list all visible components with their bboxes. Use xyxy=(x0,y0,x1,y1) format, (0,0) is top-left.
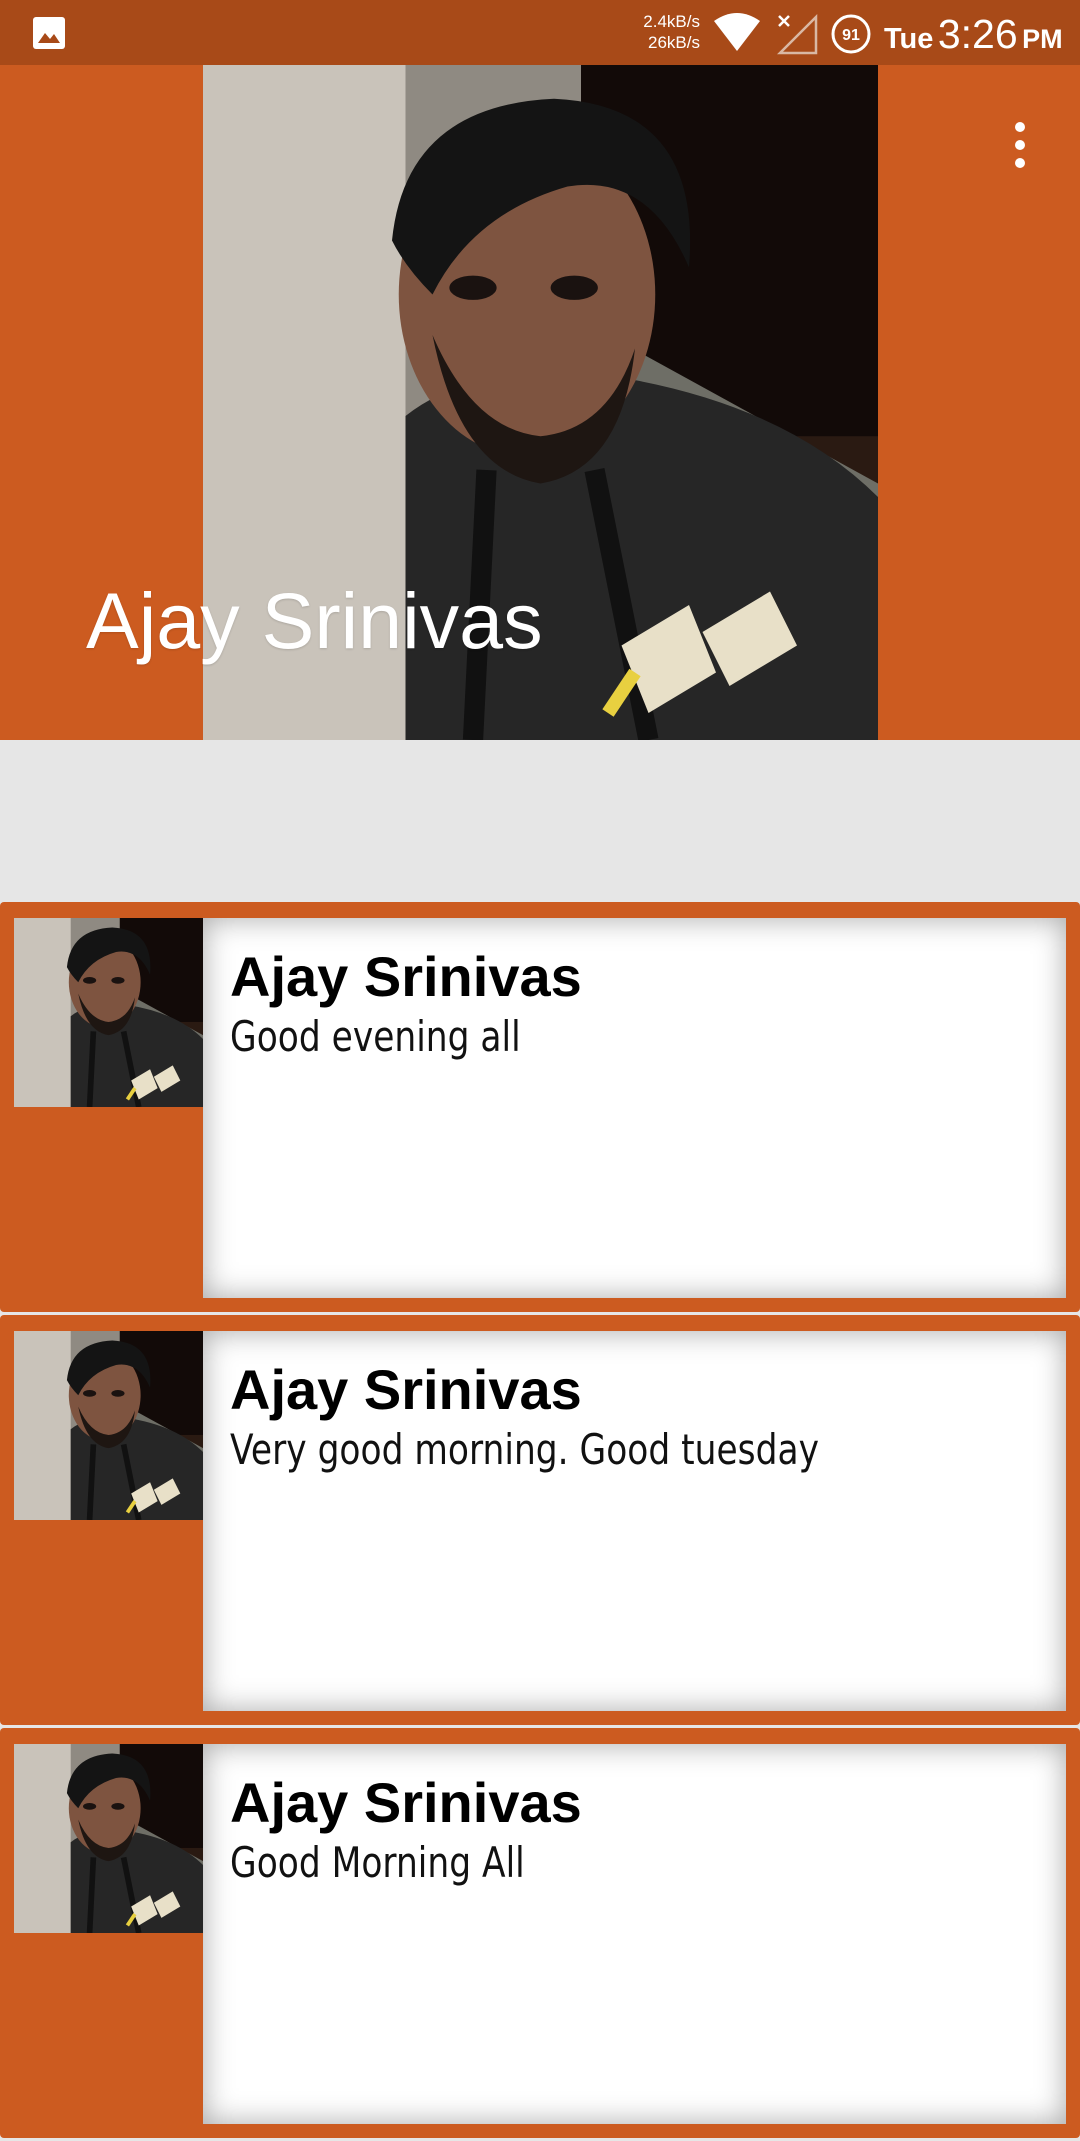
wifi-icon xyxy=(714,13,760,51)
clock-day: Tue xyxy=(884,23,934,55)
net-down-speed: 26kB/s xyxy=(648,33,700,52)
profile-name: Ajay Srinivas xyxy=(86,576,543,665)
overflow-menu-icon[interactable] xyxy=(1000,115,1040,175)
battery-icon: 91 xyxy=(831,14,871,54)
post-author-name: Ajay Srinivas xyxy=(230,1358,582,1421)
post-card[interactable]: Ajay Srinivas Good evening all xyxy=(0,902,1080,1312)
clock-time: 3:26 xyxy=(937,11,1018,57)
post-content: Ajay Srinivas Good Morning All xyxy=(203,1744,1066,2124)
profile-header: Ajay Srinivas xyxy=(0,65,1080,740)
clock: Tue 3:26 PM xyxy=(884,11,1063,57)
post-card[interactable]: Ajay Srinivas Good Morning All xyxy=(0,1728,1080,2138)
post-message: Very good morning. Good tuesday xyxy=(230,1425,819,1474)
post-author-avatar[interactable] xyxy=(14,1331,203,1520)
battery-level: 91 xyxy=(842,27,860,44)
post-author-name: Ajay Srinivas xyxy=(230,1771,582,1834)
clock-ampm: PM xyxy=(1022,24,1063,54)
post-content: Ajay Srinivas Very good morning. Good tu… xyxy=(203,1331,1066,1711)
post-card[interactable]: Ajay Srinivas Very good morning. Good tu… xyxy=(0,1315,1080,1725)
net-up-speed: 2.4kB/s xyxy=(643,12,700,31)
post-author-avatar[interactable] xyxy=(14,918,203,1107)
network-speed: 2.4kB/s 26kB/s xyxy=(620,11,700,53)
post-content: Ajay Srinivas Good evening all xyxy=(203,918,1066,1298)
post-author-avatar[interactable] xyxy=(14,1744,203,1933)
post-message: Good evening all xyxy=(230,1012,521,1061)
post-message: Good Morning All xyxy=(230,1838,525,1887)
status-bar: 2.4kB/s 26kB/s 91 Tue 3:26 PM xyxy=(0,0,1080,65)
no-signal-icon xyxy=(776,13,818,55)
gallery-notification-icon xyxy=(33,17,65,49)
post-author-name: Ajay Srinivas xyxy=(230,945,582,1008)
post-feed: Ajay Srinivas Good evening all Ajay Srin… xyxy=(0,900,1080,2141)
